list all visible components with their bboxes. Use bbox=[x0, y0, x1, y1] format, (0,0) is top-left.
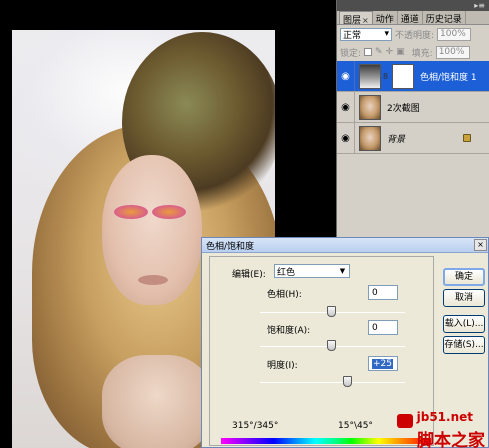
tab-label: 动作 bbox=[375, 15, 394, 25]
fill-field[interactable]: 100% bbox=[435, 45, 470, 59]
save-button[interactable]: 存储(S)... bbox=[443, 336, 485, 354]
left-eye-makeup bbox=[114, 205, 148, 219]
dialog-title: 色相/饱和度 bbox=[206, 241, 255, 252]
panel-menu-icon[interactable]: ▸≡ bbox=[474, 1, 485, 10]
opacity-value: 100% bbox=[440, 29, 466, 39]
saturation-value: 0 bbox=[372, 322, 378, 333]
layer-row-background[interactable]: ◉ 背景 bbox=[337, 123, 489, 154]
right-eye-makeup bbox=[152, 205, 186, 219]
lightness-slider-thumb[interactable] bbox=[343, 376, 352, 387]
hand-shape bbox=[102, 355, 212, 448]
hue-value: 0 bbox=[372, 287, 378, 298]
dialog-titlebar[interactable]: 色相/饱和度 bbox=[202, 238, 488, 253]
saturation-label: 饱和度(A): bbox=[267, 326, 311, 336]
layer-row-screenshot[interactable]: ◉ 2次截图 bbox=[337, 92, 489, 123]
layer-mask-thumbnail[interactable] bbox=[392, 63, 414, 89]
panel-grip[interactable]: ▸≡ bbox=[337, 0, 489, 11]
range-left-label: 315°/345° bbox=[232, 421, 279, 431]
edit-channel-value: 红色 bbox=[277, 267, 296, 278]
lock-brush-icon[interactable]: ✎ bbox=[375, 47, 383, 57]
blend-mode-select[interactable]: 正常 ▾ bbox=[340, 27, 392, 41]
visibility-eye-icon[interactable]: ◉ bbox=[337, 92, 355, 122]
chevron-down-icon: ▼ bbox=[339, 267, 346, 275]
fill-value: 100% bbox=[438, 47, 465, 57]
lightness-value: +25 bbox=[372, 358, 393, 369]
range-right-label: 15°\45° bbox=[338, 421, 373, 431]
tab-layers[interactable]: 图层× bbox=[339, 11, 373, 26]
opacity-field[interactable]: 100% bbox=[437, 27, 472, 41]
lock-label: 锁定: bbox=[340, 48, 362, 59]
layer-name: 2次截图 bbox=[387, 103, 420, 114]
load-button[interactable]: 载入(L)... bbox=[443, 315, 485, 333]
lock-transparent-icon[interactable] bbox=[364, 48, 373, 56]
watermark-text: 脚本之家 bbox=[417, 431, 485, 448]
cancel-button[interactable]: 取消 bbox=[443, 289, 485, 307]
layer-thumbnail bbox=[359, 94, 381, 120]
hue-label: 色相(H): bbox=[267, 290, 302, 300]
adjustment-layer-thumbnail bbox=[359, 63, 381, 89]
tab-label: 通道 bbox=[400, 15, 419, 25]
lock-icon bbox=[463, 134, 471, 142]
lightness-label: 明度(I): bbox=[267, 361, 298, 371]
panel-tabs: 图层× 动作 通道 历史记录 bbox=[337, 11, 489, 26]
edit-label: 编辑(E): bbox=[232, 270, 266, 280]
lightness-slider-track[interactable] bbox=[260, 382, 405, 383]
saturation-slider-thumb[interactable] bbox=[327, 340, 336, 351]
blend-row: 正常 ▾ 不透明度: 100% bbox=[337, 25, 489, 43]
lips-shape bbox=[138, 275, 168, 285]
visibility-eye-icon[interactable]: ◉ bbox=[337, 61, 355, 91]
link-chain-icon: 8 bbox=[383, 71, 389, 81]
layer-thumbnail bbox=[359, 125, 381, 151]
lock-row: 锁定: ✎ ✛ ▣ 填充: 100% bbox=[337, 43, 489, 61]
lock-all-icon[interactable]: ▣ bbox=[396, 47, 405, 57]
hue-input[interactable]: 0 bbox=[368, 285, 398, 300]
close-icon[interactable]: × bbox=[474, 239, 487, 251]
lightness-input[interactable]: +25 bbox=[368, 356, 398, 371]
blend-mode-value: 正常 bbox=[343, 30, 362, 41]
site-logo-icon bbox=[397, 414, 413, 428]
edit-channel-select[interactable]: 红色 ▼ bbox=[274, 264, 350, 278]
visibility-eye-icon[interactable]: ◉ bbox=[337, 123, 355, 153]
fill-label: 填充: bbox=[411, 48, 433, 59]
tab-actions[interactable]: 动作 bbox=[373, 11, 398, 25]
layer-row-hue-saturation[interactable]: ◉ 8 色相/饱和度 1 bbox=[337, 61, 489, 92]
layers-panel: ▸≡ 图层× 动作 通道 历史记录 正常 ▾ 不透明度: 100% 锁定: ✎ … bbox=[336, 0, 489, 238]
tab-channels[interactable]: 通道 bbox=[398, 11, 423, 25]
lock-move-icon[interactable]: ✛ bbox=[386, 47, 394, 57]
tab-label: 历史记录 bbox=[425, 15, 462, 25]
saturation-input[interactable]: 0 bbox=[368, 320, 398, 335]
layer-name: 背景 bbox=[387, 134, 406, 145]
tab-label: 图层 bbox=[343, 16, 362, 26]
tab-close-icon[interactable]: × bbox=[362, 16, 369, 25]
layer-name: 色相/饱和度 1 bbox=[420, 72, 477, 83]
hue-slider-thumb[interactable] bbox=[327, 306, 336, 317]
ok-button[interactable]: 确定 bbox=[443, 268, 485, 286]
opacity-label: 不透明度: bbox=[395, 30, 435, 41]
chevron-down-icon: ▾ bbox=[384, 29, 389, 39]
site-watermark: jb51.net 脚本之家 bbox=[397, 406, 489, 448]
watermark-url: jb51.net bbox=[416, 410, 473, 424]
tab-history[interactable]: 历史记录 bbox=[423, 11, 466, 25]
